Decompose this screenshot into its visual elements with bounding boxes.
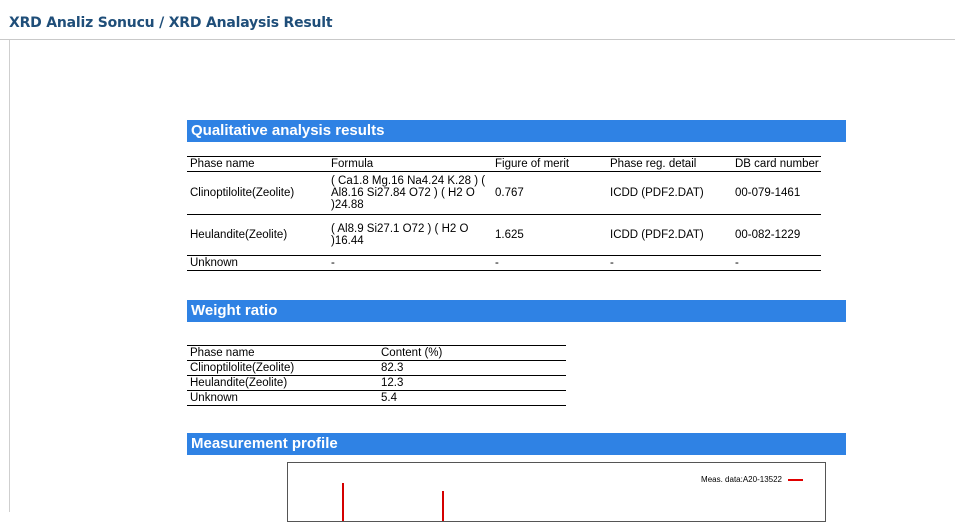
card-cell: 00-079-1461 bbox=[732, 171, 821, 215]
table-header-row: Phase name Formula Figure of merit Phase… bbox=[187, 156, 821, 172]
column-header: Phase reg. detail bbox=[607, 156, 732, 172]
detail-cell: ICDD (PDF2.DAT) bbox=[607, 214, 732, 256]
page-title: XRD Analiz Sonucu / XRD Analaysis Result bbox=[9, 15, 333, 31]
column-header: Content (%) bbox=[378, 345, 566, 361]
content-cell: 12.3 bbox=[378, 375, 566, 391]
weight-ratio-table: Phase name Content (%) Clinoptilolite(Ze… bbox=[187, 345, 566, 406]
detail-cell: ICDD (PDF2.DAT) bbox=[607, 171, 732, 215]
content-cell: 82.3 bbox=[378, 360, 566, 376]
phase-name-cell: Clinoptilolite(Zeolite) bbox=[187, 360, 378, 376]
weight-section-title: Weight ratio bbox=[187, 300, 846, 322]
table-row: Clinoptilolite(Zeolite) ( Ca1.8 Mg.16 Na… bbox=[187, 171, 821, 215]
phase-name-cell: Unknown bbox=[187, 390, 378, 406]
table-row: Heulandite(Zeolite) ( Al8.9 Si27.1 O72 )… bbox=[187, 214, 821, 256]
measurement-profile-plot: Meas. data:A20-13522 bbox=[287, 462, 826, 522]
profile-section-title: Measurement profile bbox=[187, 433, 846, 455]
qualitative-results-table: Phase name Formula Figure of merit Phase… bbox=[187, 156, 821, 271]
merit-cell: - bbox=[492, 255, 607, 271]
legend-label: Meas. data:A20-13522 bbox=[701, 475, 782, 484]
column-header: Phase name bbox=[187, 345, 378, 361]
table-row: Unknown - - - - bbox=[187, 255, 821, 271]
table-row: Heulandite(Zeolite) 12.3 bbox=[187, 375, 566, 391]
column-header: Formula bbox=[328, 156, 492, 172]
profile-peak bbox=[442, 491, 444, 521]
phase-name-cell: Unknown bbox=[187, 255, 328, 271]
formula-cell: - bbox=[328, 255, 492, 271]
table-row: Clinoptilolite(Zeolite) 82.3 bbox=[187, 360, 566, 376]
formula-cell: ( Al8.9 Si27.1 O72 ) ( H2 O )16.44 bbox=[328, 214, 492, 256]
card-cell: 00-082-1229 bbox=[732, 214, 821, 256]
page-header: XRD Analiz Sonucu / XRD Analaysis Result bbox=[0, 0, 955, 40]
table-row: Unknown 5.4 bbox=[187, 390, 566, 406]
qualitative-section-title: Qualitative analysis results bbox=[187, 120, 846, 142]
card-cell: - bbox=[732, 255, 821, 271]
left-border bbox=[9, 40, 10, 512]
legend-line-swatch bbox=[788, 478, 803, 481]
phase-name-cell: Clinoptilolite(Zeolite) bbox=[187, 171, 328, 215]
column-header: DB card number bbox=[732, 156, 821, 172]
column-header: Phase name bbox=[187, 156, 328, 172]
formula-cell: ( Ca1.8 Mg.16 Na4.24 K.28 ) ( Al8.16 Si2… bbox=[328, 171, 492, 215]
merit-cell: 0.767 bbox=[492, 171, 607, 215]
phase-name-cell: Heulandite(Zeolite) bbox=[187, 375, 378, 391]
profile-peak bbox=[342, 483, 344, 521]
detail-cell: - bbox=[607, 255, 732, 271]
plot-legend: Meas. data:A20-13522 bbox=[701, 475, 803, 484]
table-header-row: Phase name Content (%) bbox=[187, 345, 566, 361]
content-cell: 5.4 bbox=[378, 390, 566, 406]
phase-name-cell: Heulandite(Zeolite) bbox=[187, 214, 328, 256]
merit-cell: 1.625 bbox=[492, 214, 607, 256]
column-header: Figure of merit bbox=[492, 156, 607, 172]
